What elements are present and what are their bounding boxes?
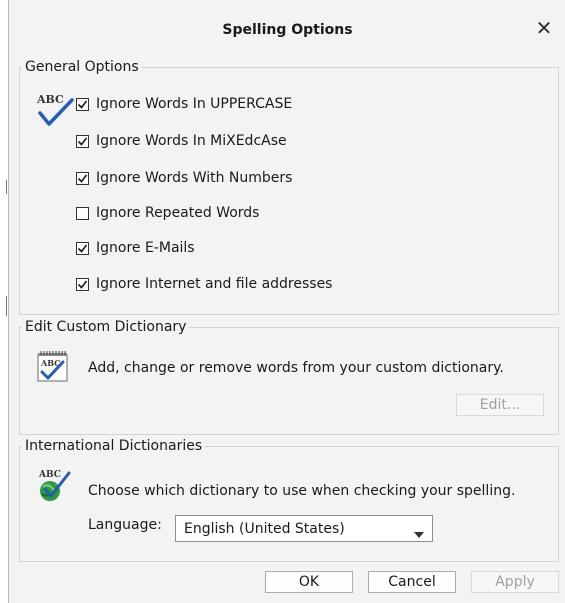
- option-ignore-mixedcase[interactable]: Ignore Words In MiXEdcAse: [76, 131, 287, 151]
- edge-mark: [6, 296, 7, 316]
- ignore-addresses-checkbox[interactable]: [76, 277, 89, 291]
- edit-button[interactable]: Edit...: [456, 394, 544, 416]
- ignore-mixedcase-checkbox[interactable]: [76, 134, 89, 148]
- ignore-uppercase-checkbox[interactable]: [76, 97, 89, 111]
- ignore-repeated-label: Ignore Repeated Words: [96, 205, 260, 221]
- ignore-numbers-label: Ignore Words With Numbers: [96, 170, 293, 186]
- dialog-title: Spelling Options: [222, 22, 353, 38]
- language-label: Language:: [88, 517, 162, 533]
- international-dictionaries-group: International Dictionaries: [19, 437, 559, 562]
- cancel-button[interactable]: Cancel: [368, 571, 456, 593]
- apply-button[interactable]: Apply: [471, 571, 559, 593]
- ignore-repeated-checkbox[interactable]: [76, 206, 89, 220]
- language-value: English (United States): [184, 521, 345, 537]
- chevron-down-icon: [414, 526, 424, 542]
- edge-mark: [6, 180, 7, 194]
- dictionary-notepad-icon: ABC: [36, 350, 72, 384]
- option-ignore-uppercase[interactable]: Ignore Words In UPPERCASE: [76, 94, 292, 114]
- general-options-legend: General Options: [22, 58, 142, 76]
- language-dropdown[interactable]: English (United States): [175, 515, 433, 542]
- option-ignore-emails[interactable]: Ignore E-Mails: [76, 238, 195, 258]
- svg-text:ABC: ABC: [38, 470, 61, 480]
- spelling-options-dialog: Spelling Options ✕ General Options ABC I…: [8, 0, 565, 603]
- edit-custom-dictionary-legend: Edit Custom Dictionary: [22, 318, 190, 336]
- ignore-emails-checkbox[interactable]: [76, 241, 89, 255]
- international-description: Choose which dictionary to use when chec…: [88, 483, 516, 499]
- ignore-addresses-label: Ignore Internet and file addresses: [96, 276, 333, 292]
- close-icon[interactable]: ✕: [532, 16, 556, 40]
- custom-dictionary-description: Add, change or remove words from your cu…: [88, 360, 504, 376]
- background-window-edge: [0, 0, 7, 603]
- title-bar: Spelling Options ✕: [9, 0, 565, 45]
- international-dictionaries-legend: International Dictionaries: [22, 437, 206, 455]
- ignore-emails-label: Ignore E-Mails: [96, 240, 195, 256]
- option-ignore-numbers[interactable]: Ignore Words With Numbers: [76, 168, 292, 188]
- ignore-uppercase-label: Ignore Words In UPPERCASE: [96, 96, 293, 112]
- ignore-numbers-checkbox[interactable]: [76, 171, 89, 185]
- option-ignore-repeated[interactable]: Ignore Repeated Words: [76, 203, 259, 223]
- ok-button[interactable]: OK: [265, 571, 353, 593]
- ignore-mixedcase-label: Ignore Words In MiXEdcAse: [96, 133, 287, 149]
- abc-check-icon: ABC: [35, 90, 77, 130]
- option-ignore-addresses[interactable]: Ignore Internet and file addresses: [76, 274, 332, 294]
- edit-custom-dictionary-group: Edit Custom Dictionary: [19, 318, 559, 435]
- abc-globe-icon: ABC: [36, 467, 74, 503]
- svg-text:ABC: ABC: [36, 93, 64, 106]
